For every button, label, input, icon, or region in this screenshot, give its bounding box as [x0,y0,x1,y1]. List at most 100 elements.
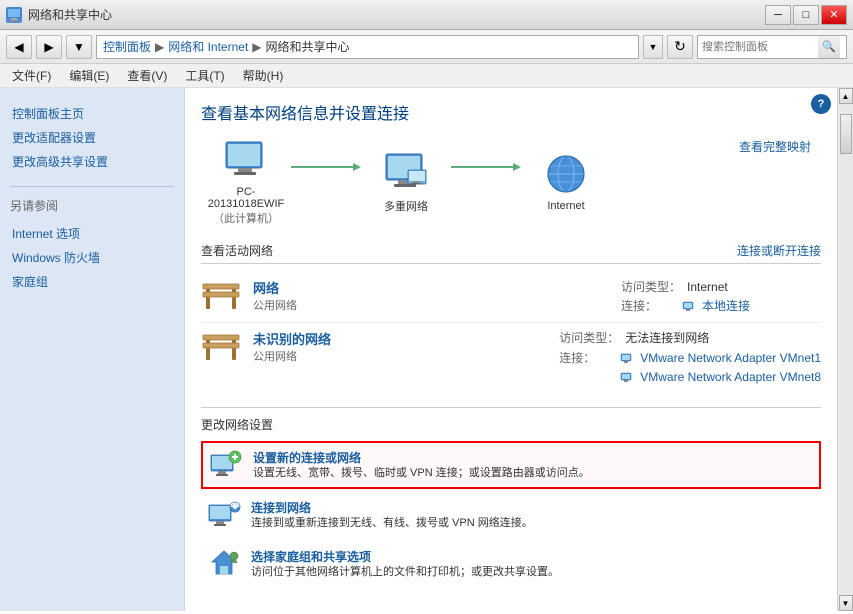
conn-value-1[interactable]: 本地连接 [702,297,750,316]
maximize-button[interactable]: □ [793,5,819,25]
connection-icon-2b [620,370,634,384]
menu-tools[interactable]: 工具(T) [177,65,232,86]
active-networks-title: 查看活动网络 [201,242,273,259]
access-label-2: 访问类型： [559,329,619,348]
globe-icon [540,152,592,198]
settings-item-title-3[interactable]: 选择家庭组和共享选项 [251,548,815,565]
network-info-1: 网络 公用网络 [253,278,609,313]
minimize-button[interactable]: ─ [765,5,791,25]
content-area: ? 查看基本网络信息并设置连接 PC-20131018EWIF （此计算机） [185,88,837,611]
multinetwork-icon [380,150,432,196]
title-bar-text: 网络和共享中心 [28,6,112,23]
conn-value-2b[interactable]: VMware Network Adapter VMnet8 [640,368,821,387]
scrollbar-up-button[interactable]: ▲ [839,88,853,104]
net-node-multi: 多重网络 [361,150,451,214]
close-button[interactable]: ✕ [821,5,847,25]
access-value-1: Internet [687,278,728,297]
scrollbar-down-button[interactable]: ▼ [839,595,853,611]
settings-item-desc-2: 连接到或重新连接到无线、有线、拨号或 VPN 网络连接。 [251,516,815,531]
menu-view[interactable]: 查看(V) [119,65,175,86]
sidebar-item-adapter[interactable]: 更改适配器设置 [10,126,174,150]
network-bench-icon-2 [201,329,241,365]
net-node-pc: PC-20131018EWIF （此计算机） [201,138,291,226]
settings-item-desc-1: 设置无线、宽带、拨号、临时或 VPN 连接；或设置路由器或访问点。 [253,466,813,481]
chevron-down-icon: ▼ [73,40,85,54]
computer-icon [220,138,272,184]
network-row-2: 未识别的网络 公用网络 访问类型： 无法连接到网络 连接： [201,323,821,393]
network-details-2: 访问类型： 无法连接到网络 连接： VMware Network Ad [559,329,821,387]
sidebar-item-firewall[interactable]: Windows 防火墙 [10,246,174,270]
net-sublabel-pc: （此计算机） [213,210,279,226]
connection-icon-1 [682,299,696,313]
settings-item-desc-3: 访问位于其他网络计算机上的文件和打印机；或更改共享设置。 [251,565,815,580]
connection-icon-2 [620,351,634,365]
menubar: 文件(F) 编辑(E) 查看(V) 工具(T) 帮助(H) [0,64,853,88]
access-value-2: 无法连接到网络 [625,329,709,348]
dropdown-button[interactable]: ▼ [66,35,92,59]
network-type-2: 公用网络 [253,348,547,364]
network-details-1: 访问类型： Internet 连接： 本地连接 [621,278,821,316]
network-name-1[interactable]: 网络 [253,278,609,297]
sidebar-item-main[interactable]: 控制面板主页 [10,102,174,126]
homegroup-icon [207,548,241,578]
menu-file[interactable]: 文件(F) [4,65,59,86]
active-networks-header: 查看活动网络 连接或断开连接 [201,242,821,264]
connect-disconnect-link[interactable]: 连接或断开连接 [737,242,821,259]
scrollbar-track [839,104,853,595]
sidebar: 控制面板主页 更改适配器设置 更改高级共享设置 另请参阅 Internet 选项… [0,88,185,611]
network-row-1: 网络 公用网络 访问类型： Internet 连接： [201,272,821,322]
conn-value-2a[interactable]: VMware Network Adapter VMnet1 [640,349,821,368]
window-icon [6,7,22,23]
address-dropdown-button[interactable]: ▼ [643,35,663,59]
sidebar-divider [10,186,174,187]
settings-item-homegroup[interactable]: 选择家庭组和共享选项 访问位于其他网络计算机上的文件和打印机；或更改共享设置。 [201,542,821,586]
forward-button[interactable]: ▶ [36,35,62,59]
network-connection-2a: 连接： VMware Network Adapter VMnet1 [559,349,821,368]
breadcrumb-sep-1: ▶ [155,40,164,54]
breadcrumb-item-2[interactable]: 网络和 Internet [168,38,248,55]
search-icon[interactable]: 🔍 [818,36,840,58]
network-access-type-2: 访问类型： 无法连接到网络 [559,329,821,348]
conn-label-2b [559,368,614,387]
net-label-multi: 多重网络 [384,198,428,214]
net-label-pc: PC-20131018EWIF [201,186,291,210]
search-input[interactable] [698,41,818,53]
refresh-button[interactable]: ↻ [667,35,693,59]
sidebar-item-homegroup[interactable]: 家庭组 [10,270,174,294]
title-bar-buttons: ─ □ ✕ [765,5,847,25]
menu-edit[interactable]: 编辑(E) [61,65,117,86]
scrollbar-thumb[interactable] [840,114,852,154]
settings-item-connect[interactable]: 连接到网络 连接到或重新连接到无线、有线、拨号或 VPN 网络连接。 [201,493,821,537]
network-type-1: 公用网络 [253,297,609,313]
network-bench-icon-1 [201,278,241,314]
back-button[interactable]: ◀ [6,35,32,59]
change-settings-section: 更改网络设置 设置新的连接或网络 [201,407,821,586]
page-title: 查看基本网络信息并设置连接 [201,100,821,124]
search-box: 🔍 [697,35,847,59]
view-map-link[interactable]: 查看完整映射 [739,138,811,155]
network-connection-2b: VMware Network Adapter VMnet8 [559,368,821,387]
settings-item-title-1[interactable]: 设置新的连接或网络 [253,449,813,466]
conn-label-2: 连接： [559,349,614,368]
breadcrumb-item-1[interactable]: 控制面板 [103,38,151,55]
network-diagram: PC-20131018EWIF （此计算机） [201,138,821,226]
sidebar-also-see-section: Internet 选项 Windows 防火墙 家庭组 [0,218,184,302]
title-bar: 网络和共享中心 ─ □ ✕ [0,0,853,30]
net-label-internet: Internet [547,200,584,212]
breadcrumb-item-3: 网络和共享中心 [266,38,350,55]
settings-item-new-connection[interactable]: 设置新的连接或网络 设置无线、宽带、拨号、临时或 VPN 连接；或设置路由器或访… [201,441,821,489]
help-button[interactable]: ? [811,94,831,114]
settings-item-title-2[interactable]: 连接到网络 [251,499,815,516]
main-layout: 控制面板主页 更改适配器设置 更改高级共享设置 另请参阅 Internet 选项… [0,88,853,611]
sidebar-item-advanced[interactable]: 更改高级共享设置 [10,150,174,174]
sidebar-also-see-title: 另请参阅 [0,191,184,218]
menu-help[interactable]: 帮助(H) [235,65,292,86]
conn-label-1: 连接： [621,297,676,316]
network-connection-1: 连接： 本地连接 [621,297,821,316]
network-list: 网络 公用网络 访问类型： Internet 连接： [201,272,821,393]
change-settings-title: 更改网络设置 [201,416,821,433]
net-node-internet: Internet [521,152,611,212]
sidebar-item-internet[interactable]: Internet 选项 [10,222,174,246]
settings-item-text-3: 选择家庭组和共享选项 访问位于其他网络计算机上的文件和打印机；或更改共享设置。 [251,548,815,580]
network-name-2[interactable]: 未识别的网络 [253,329,547,348]
